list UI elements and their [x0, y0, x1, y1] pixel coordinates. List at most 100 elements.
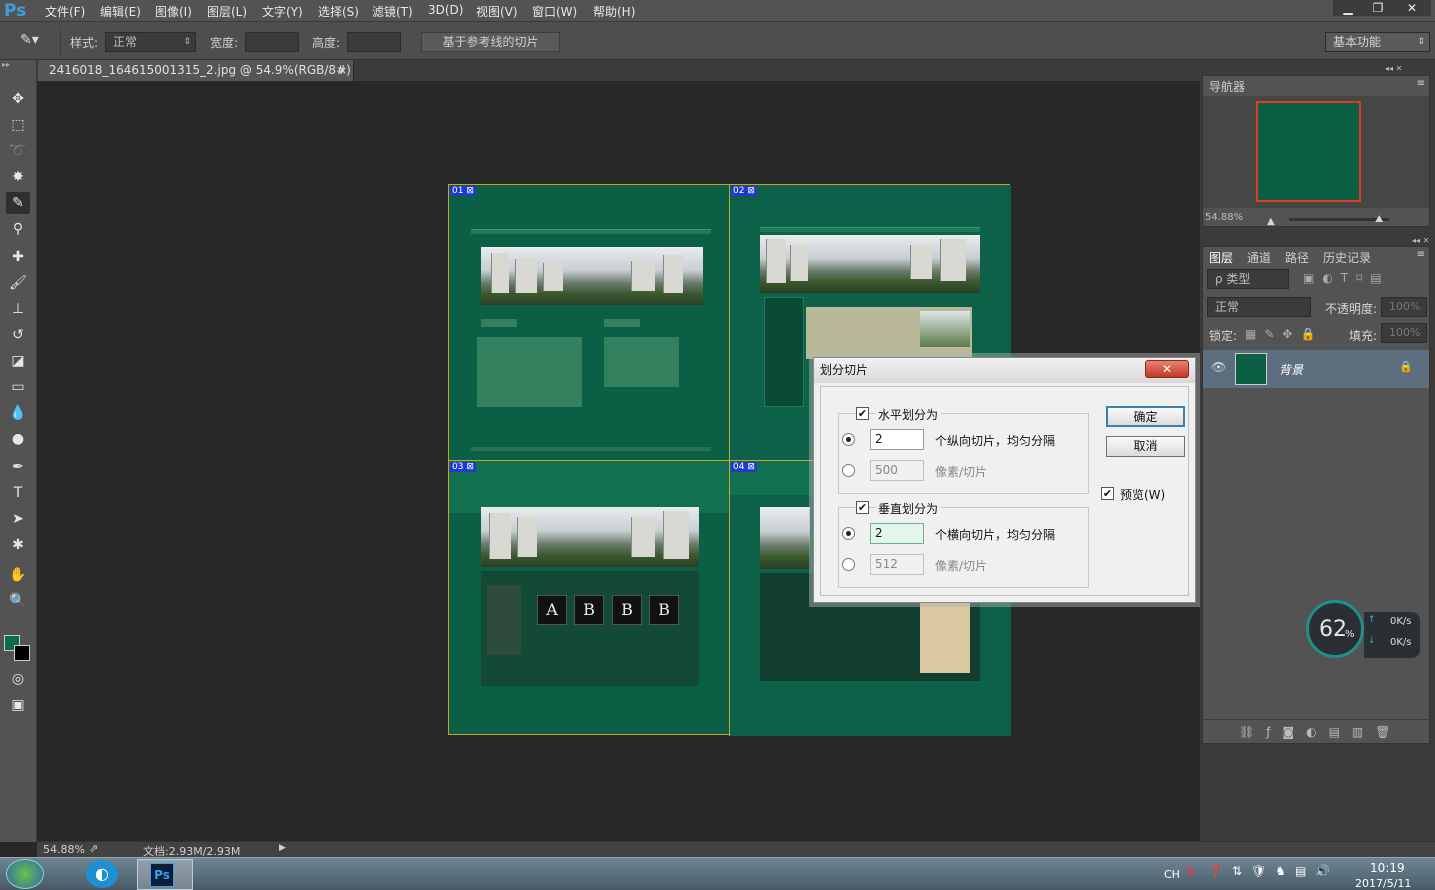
close-icon[interactable]: ✕ — [1145, 360, 1189, 378]
vertical-checkbox[interactable]: ✔ — [856, 501, 869, 514]
menu-view[interactable]: 视图(V) — [476, 3, 518, 20]
filter-icons[interactable]: ▣◐T⌑▤ — [1303, 271, 1390, 285]
visibility-eye-icon[interactable]: 👁 — [1211, 360, 1226, 374]
blur-tool-icon[interactable]: 💧 — [6, 402, 30, 424]
tab-history[interactable]: 历史记录 — [1323, 249, 1371, 266]
menu-filter[interactable]: 滤镜(T) — [372, 3, 413, 20]
path-selection-tool-icon[interactable]: ➤ — [6, 508, 30, 530]
gradient-tool-icon[interactable]: ▭ — [6, 376, 30, 398]
hand-tool-icon[interactable]: ✋ — [6, 564, 30, 586]
shape-tool-icon[interactable]: ✱ — [6, 534, 30, 556]
healing-brush-tool-icon[interactable]: ✚ — [6, 246, 30, 268]
menu-file[interactable]: 文件(F) — [45, 3, 85, 20]
start-button[interactable] — [6, 859, 44, 889]
vertical-pixels-radio[interactable] — [842, 558, 855, 571]
screen-mode-icon[interactable]: ▣ — [6, 694, 30, 716]
layer-row[interactable]: 👁 背景 🔒 — [1203, 350, 1429, 388]
slice-tool-preset-icon[interactable]: ✎▾ — [20, 32, 54, 52]
menu-layer[interactable]: 图层(L) — [207, 3, 247, 20]
horizontal-pixels-radio[interactable] — [842, 464, 855, 477]
layer-actions-bar[interactable]: ⛓ƒ◙◐▤▥🗑 — [1203, 719, 1429, 743]
dialog-body: ✔ 水平划分为 2 个纵向切片，均匀分隔 500 像素/切片 ✔ 垂直划分为 2… — [820, 386, 1189, 596]
input-language[interactable]: CH — [1164, 868, 1180, 881]
style-select[interactable]: 正常 ⇕ — [105, 32, 196, 52]
menu-type[interactable]: 文字(Y) — [262, 3, 303, 20]
menu-help[interactable]: 帮助(H) — [593, 3, 635, 20]
menu-3d[interactable]: 3D(D) — [428, 3, 463, 17]
collapse-icon[interactable]: ◂◂ ✕ — [1385, 64, 1402, 73]
lasso-tool-icon[interactable]: ➰ — [6, 140, 30, 162]
lock-icons[interactable]: ▦✎✥🔒 — [1245, 327, 1323, 341]
move-tool-icon[interactable]: ✥ — [6, 88, 30, 110]
slice-03[interactable]: A B B B 03 ⊠ — [449, 461, 730, 736]
banner-photo — [760, 235, 980, 293]
opacity-input[interactable]: 100% — [1381, 297, 1427, 317]
panel-menu-icon[interactable]: ≡ — [1417, 78, 1425, 89]
zoom-level[interactable]: 54.88% — [43, 843, 85, 856]
sogou-icon[interactable]: S — [1186, 864, 1195, 880]
type-tool-icon[interactable]: T — [6, 482, 30, 504]
workspace-select[interactable]: 基本功能 ⇕ — [1325, 32, 1430, 52]
menu-window[interactable]: 窗口(W) — [532, 3, 577, 20]
tab-channels[interactable]: 通道 — [1247, 249, 1271, 266]
slices-from-guides-button[interactable]: 基于参考线的切片 — [421, 32, 560, 52]
close-icon[interactable]: ✕ — [1393, 0, 1431, 16]
close-tab-icon[interactable]: × — [338, 60, 347, 81]
width-input[interactable] — [245, 32, 299, 52]
pen-tool-icon[interactable]: ✒ — [6, 456, 30, 478]
fill-label: 填充: — [1349, 329, 1378, 343]
blend-mode-select[interactable]: 正常 — [1207, 297, 1311, 317]
dodge-tool-icon[interactable]: ● — [6, 428, 30, 450]
horizontal-count-radio[interactable] — [842, 433, 855, 446]
brush-tool-icon[interactable]: 🖌 — [6, 272, 30, 294]
tab-navigator[interactable]: 导航器 — [1209, 78, 1245, 95]
cancel-button[interactable]: 取消 — [1106, 436, 1185, 457]
vertical-count-radio[interactable] — [842, 527, 855, 540]
fill-input[interactable]: 100% — [1381, 323, 1427, 343]
marquee-tool-icon[interactable]: ⬚ — [6, 114, 30, 136]
horizontal-pixels-input[interactable]: 500 — [870, 460, 924, 481]
vertical-group — [838, 507, 1089, 588]
quick-mask-icon[interactable]: ◎ — [6, 668, 30, 690]
stamp-tool-icon[interactable]: ⊥ — [6, 298, 30, 320]
zoom-tool-icon[interactable]: 🔍 — [6, 590, 30, 612]
ok-button[interactable]: 确定 — [1106, 406, 1185, 427]
height-input[interactable] — [347, 32, 401, 52]
vertical-pixels-input[interactable]: 512 — [870, 554, 924, 575]
slice-01[interactable]: 01 ⊠ — [449, 185, 730, 461]
menu-image[interactable]: 图像(I) — [155, 3, 192, 20]
export-icon[interactable]: ⇗ — [89, 842, 98, 855]
document-tab[interactable]: 2416018_164615001315_2.jpg @ 54.9%(RGB/8… — [38, 60, 354, 98]
minimize-icon[interactable]: ▁ — [1333, 0, 1363, 16]
vertical-count-suffix: 个横向切片，均匀分隔 — [935, 528, 1056, 542]
collapse-icon[interactable]: ▸▸ — [2, 60, 10, 69]
zoom-in-icon[interactable]: ⛰ — [1375, 214, 1383, 225]
side-menu — [487, 585, 521, 655]
restore-icon[interactable]: ❐ — [1363, 0, 1393, 16]
status-menu-arrow-icon[interactable]: ▶ — [279, 843, 286, 853]
eyedropper-tool-icon[interactable]: ⚲ — [6, 218, 30, 240]
magic-wand-tool-icon[interactable]: ✸ — [6, 166, 30, 188]
tray-icons[interactable]: ❓⇅🛡♞▤🔊 — [1208, 864, 1339, 878]
history-brush-tool-icon[interactable]: ↺ — [6, 324, 30, 346]
eraser-tool-icon[interactable]: ◪ — [6, 350, 30, 372]
background-color-swatch[interactable] — [14, 645, 30, 661]
tab-layers[interactable]: 图层 — [1209, 249, 1233, 266]
layer-filter-select[interactable]: ρ 类型 — [1207, 269, 1289, 289]
horizontal-count-input[interactable]: 2 — [870, 429, 924, 450]
collapse-icon[interactable]: ◂◂ ✕ — [1412, 236, 1429, 245]
zoom-slider[interactable] — [1289, 218, 1389, 221]
horizontal-checkbox[interactable]: ✔ — [856, 407, 869, 420]
panel-menu-icon[interactable]: ≡ — [1417, 249, 1425, 260]
preview-checkbox[interactable]: ✔ — [1101, 487, 1114, 500]
browser-icon[interactable]: ◐ — [86, 860, 118, 888]
tab-paths[interactable]: 路径 — [1285, 249, 1309, 266]
vertical-label: 垂直划分为 — [875, 500, 942, 517]
taskbar-photoshop[interactable]: Ps — [137, 859, 193, 890]
zoom-out-icon[interactable]: ▲ — [1267, 216, 1275, 227]
menu-select[interactable]: 选择(S) — [318, 3, 359, 20]
navigator-thumbnail[interactable] — [1256, 101, 1361, 202]
vertical-count-input[interactable]: 2 — [870, 523, 924, 544]
menu-edit[interactable]: 编辑(E) — [100, 3, 141, 20]
slice-tool-icon[interactable]: ✎ — [6, 192, 30, 214]
